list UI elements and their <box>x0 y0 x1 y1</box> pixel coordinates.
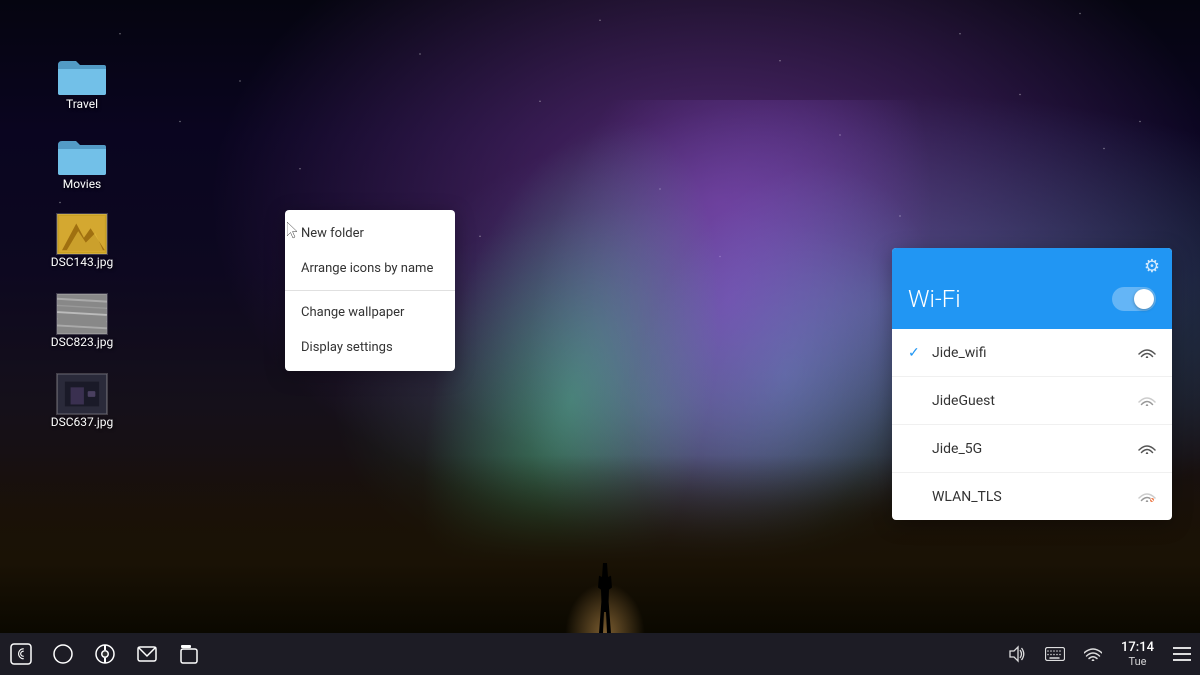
folder-icon <box>56 55 108 97</box>
tray-wifi[interactable] <box>1075 633 1111 675</box>
context-menu: New folder Arrange icons by name Change … <box>285 210 455 371</box>
dsc143-label: DSC143.jpg <box>51 255 114 269</box>
tray-keyboard[interactable] <box>1037 633 1073 675</box>
desktop-icon-dsc637[interactable]: DSC637.jpg <box>42 373 122 429</box>
desktop-icon-dsc823[interactable]: DSC823.jpg <box>42 293 122 349</box>
photo-thumb-dsc637 <box>56 373 108 415</box>
taskbar-home-button[interactable] <box>42 633 84 675</box>
taskbar-right: 17:14 Tue <box>999 633 1200 675</box>
toggle-knob <box>1134 289 1154 309</box>
dsc823-label: DSC823.jpg <box>51 335 114 349</box>
wifi-network-name: Jide_5G <box>932 441 1138 457</box>
wifi-network-jide-5g[interactable]: Jide_5G <box>892 425 1172 473</box>
context-menu-divider <box>285 290 455 291</box>
wifi-signal-icon <box>1138 439 1156 458</box>
wifi-title: Wi-Fi <box>908 285 961 313</box>
jide-logo-icon: ꀯ <box>10 643 32 665</box>
context-menu-item-new-folder[interactable]: New folder <box>285 216 455 251</box>
wifi-network-jide-guest[interactable]: JideGuest <box>892 377 1172 425</box>
keyboard-icon <box>1045 647 1065 661</box>
wifi-signal-icon <box>1138 391 1156 410</box>
wifi-network-wlan-tls[interactable]: WLAN_TLS <box>892 473 1172 520</box>
taskbar-menu-button[interactable] <box>1164 633 1200 675</box>
desktop-icon-movies[interactable]: Movies <box>42 135 122 191</box>
home-icon <box>52 643 74 665</box>
photo-thumb-dsc143 <box>56 213 108 255</box>
wifi-signal-icon <box>1138 487 1156 506</box>
volume-icon <box>1008 645 1026 663</box>
folder-icon <box>56 135 108 177</box>
files-icon <box>178 643 200 665</box>
clock-time: 17:14 <box>1121 640 1154 656</box>
svg-text:ꀯ: ꀯ <box>16 648 25 662</box>
clock[interactable]: 17:14 Tue <box>1111 633 1164 675</box>
tray-volume[interactable] <box>999 633 1035 675</box>
desktop-icon-travel[interactable]: Travel <box>42 55 122 111</box>
wifi-network-name: JideGuest <box>932 393 1138 409</box>
taskbar-chrome[interactable] <box>84 633 126 675</box>
wifi-tray-icon <box>1084 647 1102 661</box>
wifi-network-name: WLAN_TLS <box>932 489 1138 505</box>
wifi-connected-check: ✓ <box>908 345 928 361</box>
chrome-icon <box>94 643 116 665</box>
taskbar-gmail[interactable] <box>126 633 168 675</box>
desktop-icon-dsc143[interactable]: DSC143.jpg <box>42 213 122 269</box>
context-menu-item-wallpaper[interactable]: Change wallpaper <box>285 295 455 330</box>
wifi-title-row: Wi-Fi <box>892 277 1172 329</box>
context-menu-item-display[interactable]: Display settings <box>285 330 455 365</box>
dsc637-label: DSC637.jpg <box>51 415 114 429</box>
wifi-network-jide-wifi[interactable]: ✓ Jide_wifi <box>892 329 1172 377</box>
wifi-settings-icon[interactable]: ⚙ <box>1144 256 1160 277</box>
taskbar-files[interactable] <box>168 633 210 675</box>
movies-label: Movies <box>63 177 102 191</box>
hamburger-icon <box>1173 647 1191 661</box>
wifi-toggle[interactable] <box>1112 287 1156 311</box>
photo-thumb-dsc823 <box>56 293 108 335</box>
context-menu-item-arrange[interactable]: Arrange icons by name <box>285 251 455 286</box>
wifi-panel: ⚙ Wi-Fi ✓ Jide_wifi JideGuest Jide_5G WL… <box>892 248 1172 520</box>
wifi-network-name: Jide_wifi <box>932 345 1138 361</box>
clock-day: Tue <box>1129 655 1147 668</box>
wifi-header-top: ⚙ <box>892 248 1172 277</box>
travel-label: Travel <box>66 97 98 111</box>
gmail-icon <box>136 643 158 665</box>
system-tray <box>999 633 1111 675</box>
wifi-signal-icon <box>1138 343 1156 362</box>
taskbar-jide-logo[interactable]: ꀯ <box>0 633 42 675</box>
taskbar: ꀯ <box>0 633 1200 675</box>
